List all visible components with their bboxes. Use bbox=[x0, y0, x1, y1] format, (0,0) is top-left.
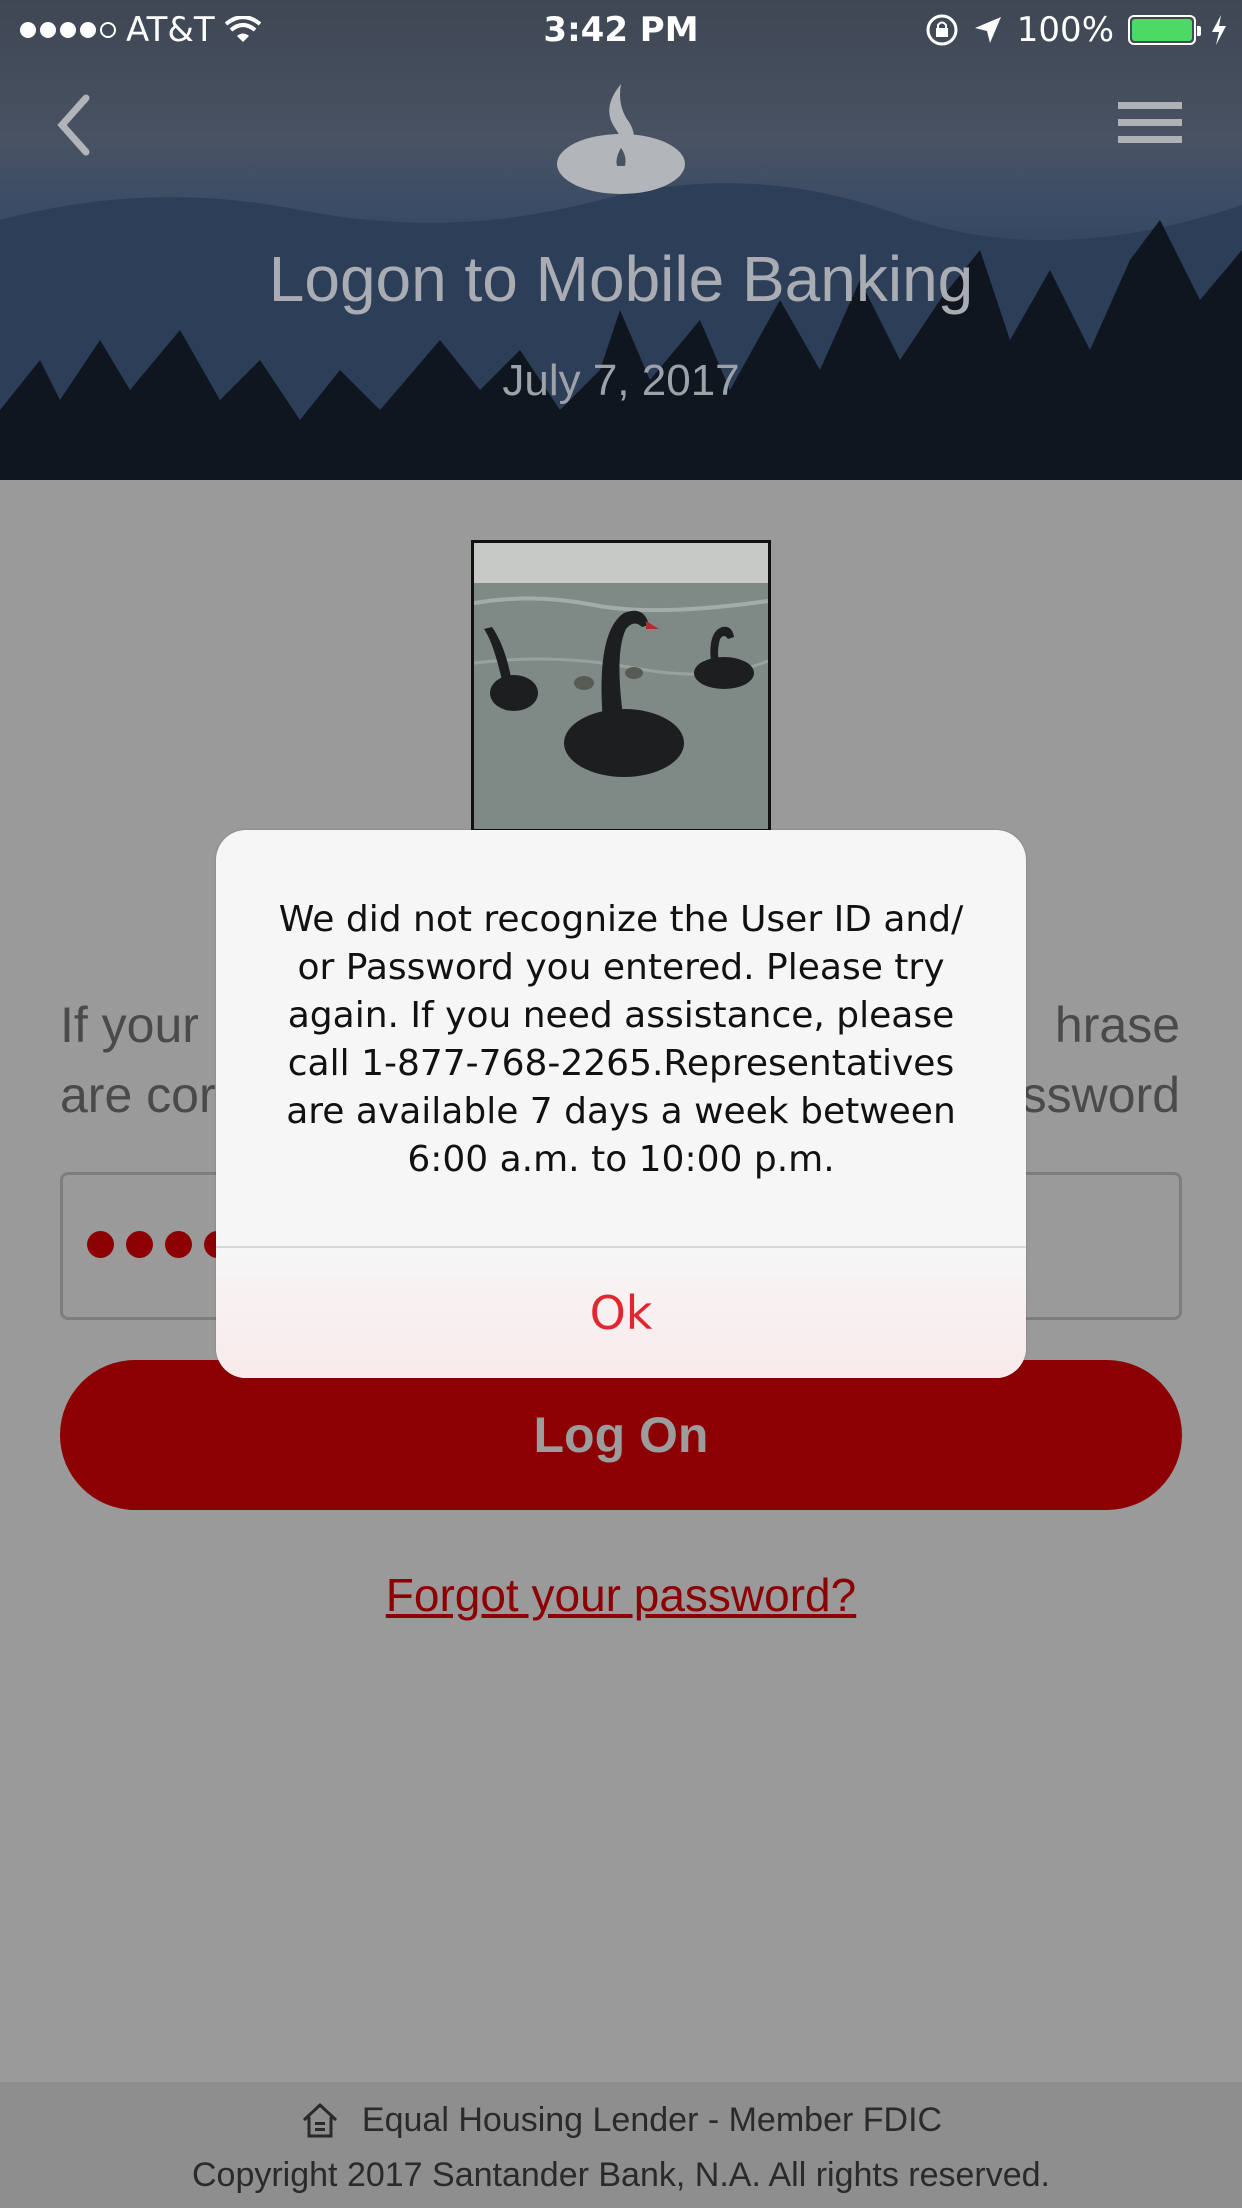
header-banner: AT&T 3:42 PM 100% Logon to Mobile Bankin… bbox=[0, 0, 1242, 480]
phrase-left-line2: are cor bbox=[60, 1067, 216, 1123]
forgot-password-link[interactable]: Forgot your password? bbox=[0, 1568, 1242, 1622]
santander-flame-logo bbox=[557, 84, 685, 194]
site-key-image bbox=[471, 540, 771, 832]
location-arrow-icon bbox=[974, 17, 1001, 43]
back-button[interactable] bbox=[50, 90, 110, 160]
mountain-scenery bbox=[0, 183, 1242, 480]
battery-icon bbox=[1128, 15, 1201, 45]
hamburger-menu-icon bbox=[1118, 102, 1182, 109]
black-swans-photo bbox=[474, 543, 768, 829]
phrase-right-line1: hrase bbox=[1054, 997, 1180, 1053]
orientation-lock-icon bbox=[926, 14, 958, 46]
page-title: Logon to Mobile Banking bbox=[268, 243, 974, 315]
footer-lender-text: Equal Housing Lender - Member FDIC bbox=[361, 2100, 943, 2139]
charging-bolt-icon bbox=[1212, 15, 1226, 45]
alert-ok-button[interactable]: Ok bbox=[216, 1248, 1026, 1378]
phrase-right-line2: ssword bbox=[1021, 1067, 1180, 1123]
security-phrase-left: If your are cor bbox=[60, 990, 216, 1130]
equal-housing-icon bbox=[302, 2102, 337, 2138]
status-right: 100% bbox=[925, 10, 1228, 50]
footer: Equal Housing Lender - Member FDIC Copyr… bbox=[0, 2082, 1242, 2208]
phrase-left-line1: If your bbox=[60, 997, 199, 1053]
password-masked-value bbox=[87, 1231, 231, 1258]
page-date: July 7, 2017 bbox=[502, 356, 740, 405]
menu-button[interactable] bbox=[1118, 102, 1182, 146]
footer-copyright: Copyright 2017 Santander Bank, N.A. All … bbox=[191, 2156, 1051, 2194]
alert-message: We did not recognize the User ID and/ or… bbox=[278, 899, 964, 1180]
alert-dialog: We did not recognize the User ID and/ or… bbox=[216, 830, 1026, 1378]
status-bar: AT&T 3:42 PM 100% bbox=[0, 0, 1242, 60]
logon-button[interactable]: Log On bbox=[60, 1360, 1182, 1510]
security-phrase-right: hrase ssword bbox=[1022, 990, 1180, 1130]
chevron-left-icon bbox=[57, 94, 90, 156]
battery-percent: 100% bbox=[1016, 10, 1114, 50]
footer-line1: Equal Housing Lender - Member FDIC bbox=[0, 2100, 1242, 2140]
